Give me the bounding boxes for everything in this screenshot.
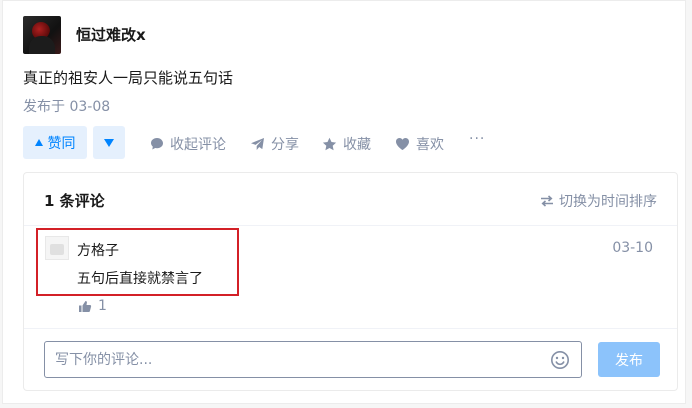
comment-bubble-icon: [151, 138, 163, 150]
commenter-avatar[interactable]: [45, 236, 69, 260]
comment-date: 03-10: [612, 240, 653, 256]
sort-toggle-label: 切换为时间排序: [559, 194, 657, 210]
comment-count: 1 条评论: [44, 192, 105, 210]
thumbs-up-icon: [79, 300, 92, 312]
vote-up-button[interactable]: 赞同: [23, 126, 87, 159]
share-label: 分享: [271, 137, 299, 153]
triangle-down-icon: [104, 138, 114, 147]
author-name[interactable]: 恒过难改x: [76, 24, 146, 45]
triangle-up-icon: [34, 139, 43, 146]
submit-comment-button[interactable]: 发布: [598, 342, 660, 377]
avatar-figure: [29, 36, 55, 54]
more-button[interactable]: ···: [469, 131, 485, 147]
answer-card: 恒过难改x 真正的祖安人一局只能说五句话 发布于 03-08 赞同 收起评论 分…: [2, 0, 686, 404]
vote-down-button[interactable]: [93, 126, 125, 159]
favorite-label: 收藏: [343, 137, 371, 153]
collapse-comments-button[interactable]: 收起评论: [150, 134, 226, 154]
comment-like-count: 1: [98, 298, 107, 314]
comments-header: 1 条评论 切换为时间排序: [24, 173, 677, 226]
vote-up-label: 赞同: [47, 135, 76, 152]
paper-plane-icon: [251, 138, 264, 150]
published-date: 发布于 03-08: [23, 99, 111, 115]
emoji-icon[interactable]: [550, 350, 570, 370]
like-button[interactable]: 喜欢: [395, 134, 444, 154]
collapse-comments-label: 收起评论: [170, 137, 226, 153]
more-label: ···: [469, 131, 486, 147]
comments-panel: 1 条评论 切换为时间排序 方格子 03-10 五句后直接就禁言了 1 写下你的…: [23, 172, 678, 391]
comment-author[interactable]: 方格子: [77, 240, 119, 260]
comment-text: 五句后直接就禁言了: [77, 271, 203, 287]
star-icon: [322, 137, 337, 151]
post-content: 真正的祖安人一局只能说五句话: [23, 69, 234, 87]
favorite-button[interactable]: 收藏: [322, 134, 371, 154]
share-button[interactable]: 分享: [250, 134, 299, 154]
swap-arrows-icon: [541, 195, 553, 207]
sort-toggle-button[interactable]: 切换为时间排序: [540, 191, 657, 211]
comment-input[interactable]: [44, 341, 582, 378]
like-label: 喜欢: [416, 137, 444, 153]
comment-like-button[interactable]: 1: [78, 298, 107, 314]
author-avatar[interactable]: [23, 16, 61, 54]
heart-icon: [396, 138, 409, 150]
